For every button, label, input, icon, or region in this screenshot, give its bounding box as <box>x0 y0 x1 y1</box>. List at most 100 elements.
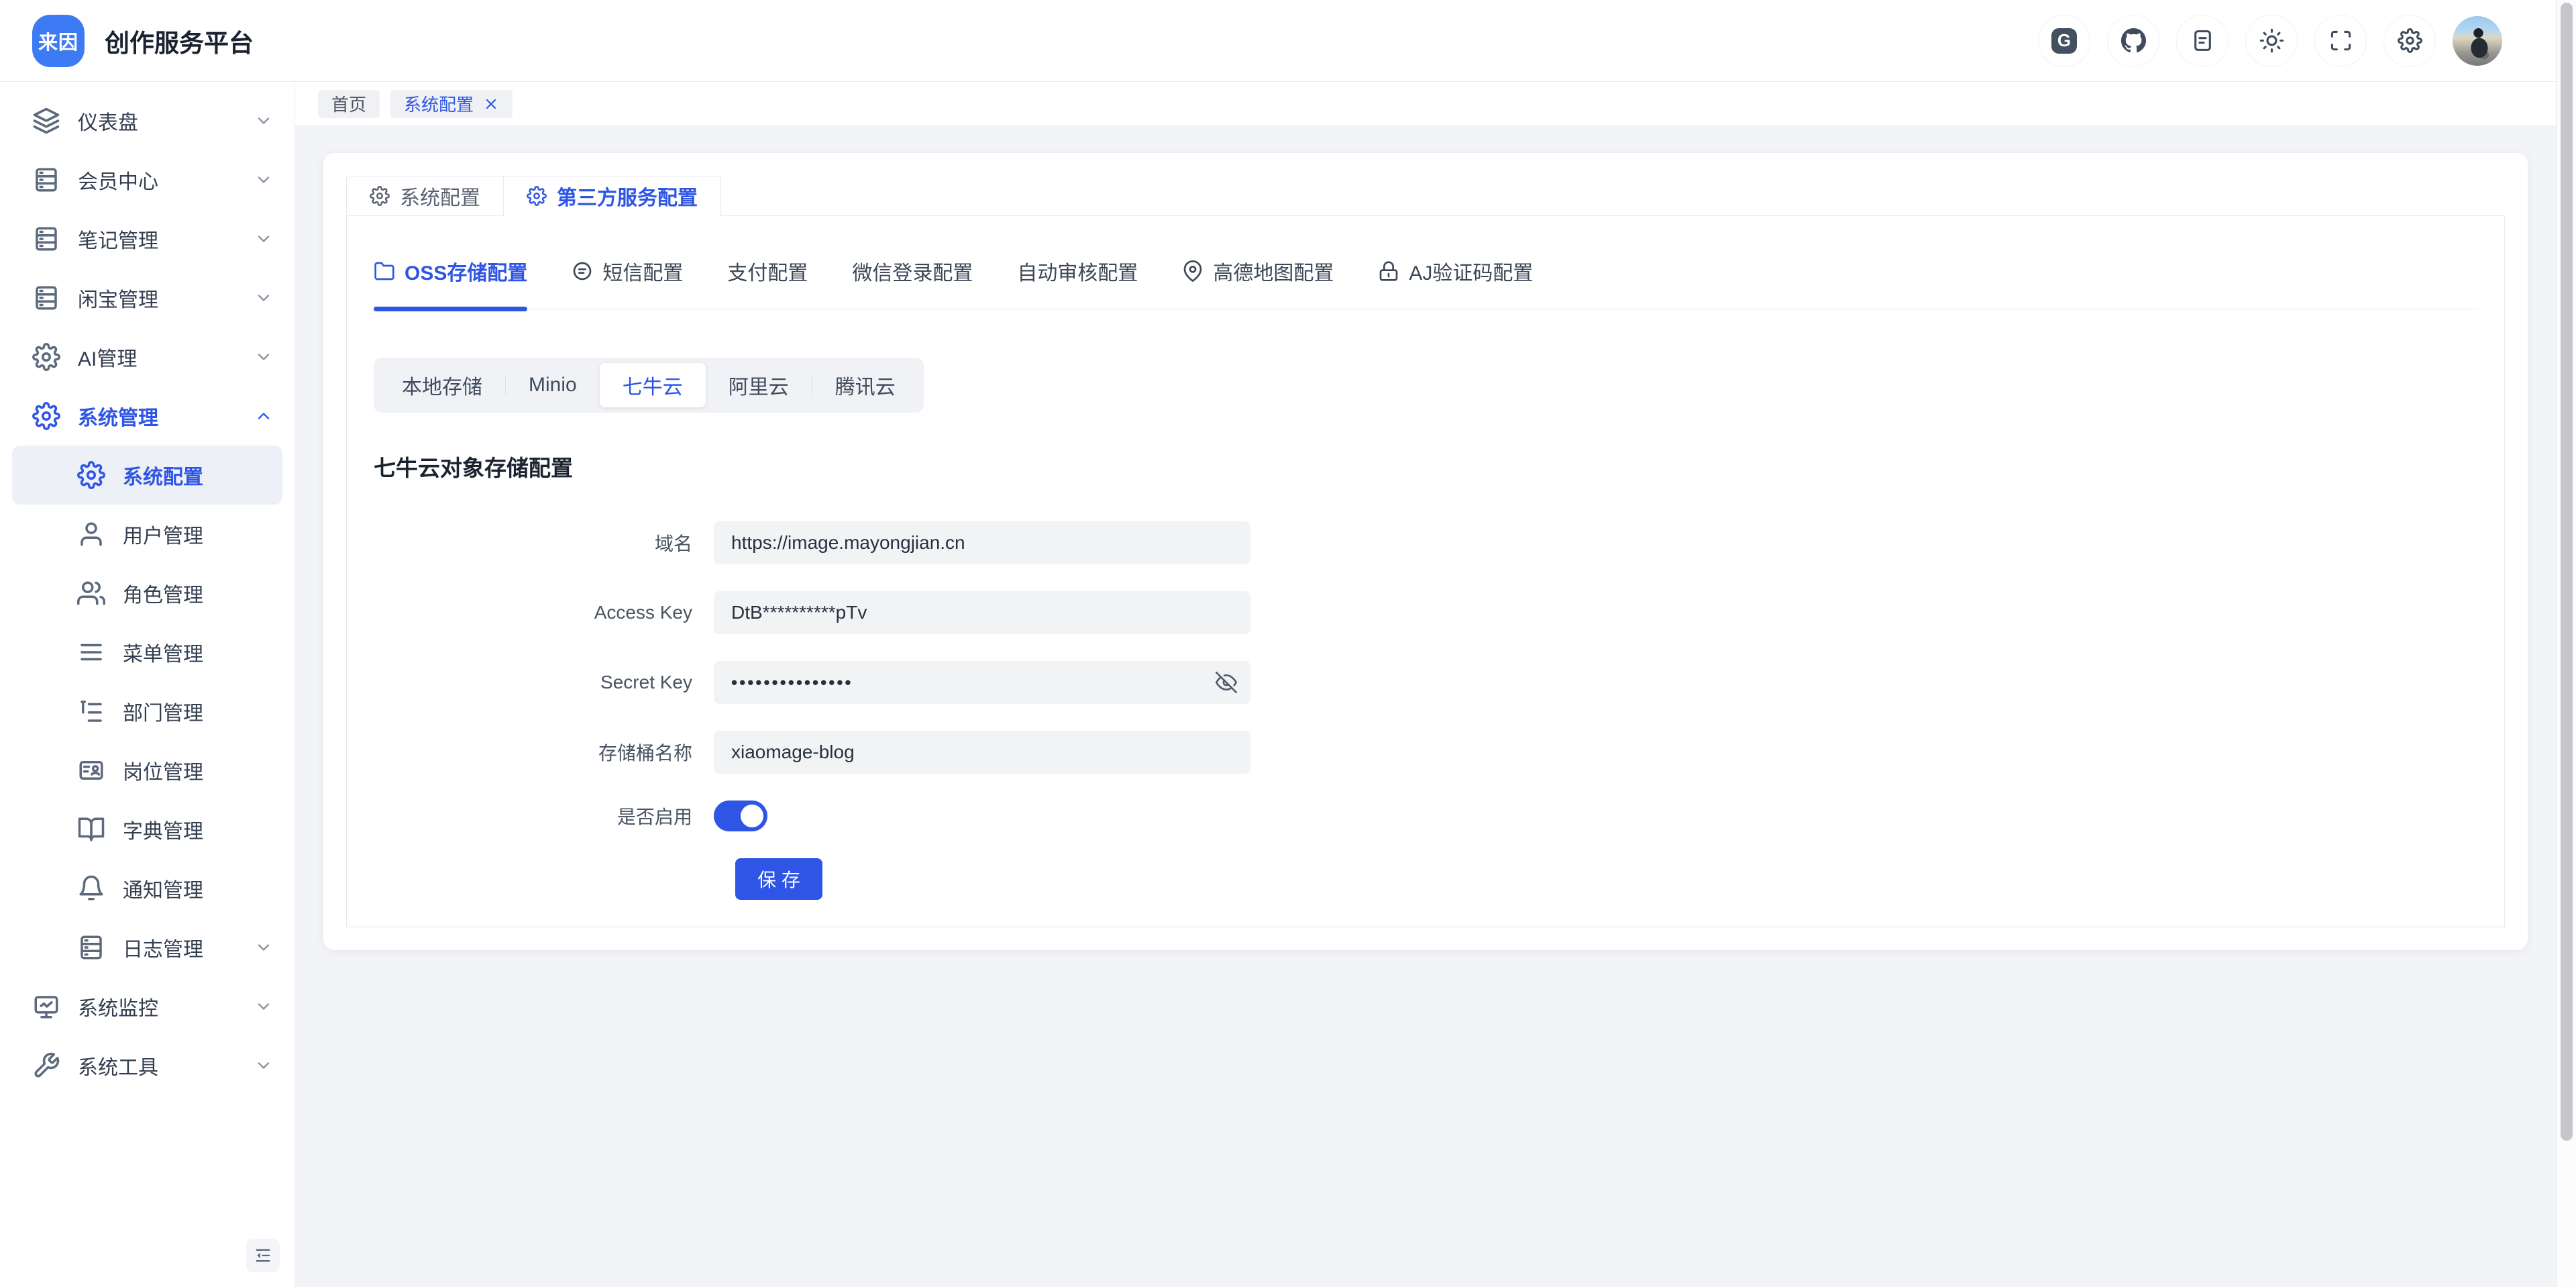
collapse-sidebar-icon <box>254 1246 272 1265</box>
chevron-down-icon <box>254 997 273 1016</box>
tab-payment-config[interactable]: 支付配置 <box>727 246 808 309</box>
tab-amap-config[interactable]: 高德地图配置 <box>1182 246 1334 309</box>
close-icon[interactable] <box>483 96 499 112</box>
tree-list-icon <box>77 697 105 725</box>
sidebar-item-notes[interactable]: 笔记管理 <box>12 209 282 268</box>
segment-minio[interactable]: Minio <box>506 366 600 404</box>
theme-button[interactable] <box>2245 15 2298 67</box>
sidebar-item-user-management[interactable]: 用户管理 <box>12 505 282 564</box>
sidebar-item-notice-management[interactable]: 通知管理 <box>12 859 282 918</box>
sidebar-item-label: 系统监控 <box>78 992 158 1021</box>
sidebar-item-system-config[interactable]: 系统配置 <box>12 446 282 505</box>
fullscreen-icon <box>2328 28 2353 53</box>
settings-gear-icon <box>2398 28 2422 53</box>
sidebar-item-department-management[interactable]: 部门管理 <box>12 682 282 741</box>
settings-button[interactable] <box>2383 15 2436 67</box>
gear-icon <box>77 461 105 489</box>
sidebar-item-label: 菜单管理 <box>123 637 203 667</box>
chevron-down-icon <box>254 1056 273 1075</box>
sidebar-item-system-tools[interactable]: 系统工具 <box>12 1036 282 1095</box>
sidebar-item-ai[interactable]: AI管理 <box>12 327 282 387</box>
header-actions: G <box>2038 15 2576 67</box>
menu-icon <box>77 638 105 666</box>
chevron-down-icon <box>254 170 273 189</box>
tab-label: OSS存储配置 <box>405 256 527 286</box>
sidebar-item-label: 仪表盘 <box>78 106 138 136</box>
tab-system-config[interactable]: 系统配置 <box>346 176 504 216</box>
sidebar-item-menu-management[interactable]: 菜单管理 <box>12 623 282 682</box>
switch-knob <box>741 805 763 827</box>
enabled-label: 是否启用 <box>374 803 714 829</box>
sidebar-item-label: 角色管理 <box>123 578 203 608</box>
tab-label: 支付配置 <box>727 256 808 286</box>
access-key-input[interactable] <box>714 591 1250 634</box>
docs-button[interactable] <box>2176 15 2229 67</box>
sidebar-item-label: 笔记管理 <box>78 224 158 254</box>
chevron-down-icon <box>254 938 273 957</box>
form-row-domain: 域名 <box>374 521 2477 564</box>
gear-icon <box>32 402 60 430</box>
main-area: 首页 系统配置 系统配置 第三方服务配置 <box>295 82 2576 1287</box>
gitee-button[interactable]: G <box>2038 15 2090 67</box>
tags-bar: 首页 系统配置 <box>295 82 2576 126</box>
chevron-up-icon <box>254 407 273 425</box>
tag-home[interactable]: 首页 <box>318 90 380 118</box>
bucket-input[interactable] <box>714 731 1250 774</box>
tag-label: 系统配置 <box>404 91 474 116</box>
id-card-icon <box>77 756 105 784</box>
eye-off-icon[interactable] <box>1216 672 1237 693</box>
segment-qiniu[interactable]: 七牛云 <box>600 363 706 407</box>
segment-local-storage[interactable]: 本地存储 <box>379 363 505 407</box>
scrollbar-track[interactable] <box>2556 0 2576 1287</box>
sidebar-item-role-management[interactable]: 角色管理 <box>12 564 282 623</box>
gear-icon <box>370 186 390 206</box>
sidebar-item-dashboard[interactable]: 仪表盘 <box>12 91 282 150</box>
sidebar-item-dict-management[interactable]: 字典管理 <box>12 800 282 859</box>
form-row-bucket: 存储桶名称 <box>374 731 2477 774</box>
book-icon <box>77 815 105 843</box>
collapse-sidebar-button[interactable] <box>246 1239 280 1272</box>
tab-oss-storage[interactable]: OSS存储配置 <box>374 246 527 309</box>
tag-label: 首页 <box>331 91 366 116</box>
lock-icon <box>1378 260 1399 282</box>
tab-wechat-login-config[interactable]: 微信登录配置 <box>852 246 973 309</box>
app-header: 来因 创作服务平台 G <box>0 0 2576 82</box>
enabled-switch[interactable] <box>714 801 767 831</box>
sidebar-item-label: 系统配置 <box>123 460 203 490</box>
tab-label: 自动审核配置 <box>1017 256 1138 286</box>
tab-auto-review-config[interactable]: 自动审核配置 <box>1017 246 1138 309</box>
tag-system-config[interactable]: 系统配置 <box>390 90 513 118</box>
segment-aliyun[interactable]: 阿里云 <box>706 363 812 407</box>
folder-icon <box>374 260 395 282</box>
tab-sms-config[interactable]: 短信配置 <box>572 246 683 309</box>
fullscreen-button[interactable] <box>2314 15 2367 67</box>
save-button[interactable]: 保 存 <box>735 858 822 900</box>
sidebar-item-label: 系统管理 <box>78 401 158 431</box>
app-logo: 来因 <box>32 15 85 67</box>
message-icon <box>572 260 593 282</box>
sidebar-item-post-management[interactable]: 岗位管理 <box>12 741 282 800</box>
sidebar-item-system-monitor[interactable]: 系统监控 <box>12 977 282 1036</box>
avatar[interactable] <box>2453 16 2502 66</box>
settings-card: 系统配置 第三方服务配置 OSS存储配置 短信配置 <box>323 153 2528 950</box>
sidebar-item-xianbao[interactable]: 闲宝管理 <box>12 268 282 327</box>
tab-aj-captcha-config[interactable]: AJ验证码配置 <box>1378 246 1533 309</box>
segment-label: 本地存储 <box>402 376 482 399</box>
server-icon <box>32 225 60 253</box>
gitee-icon: G <box>2051 28 2077 54</box>
github-button[interactable] <box>2107 15 2159 67</box>
segment-label: 阿里云 <box>729 376 789 399</box>
secret-key-input[interactable] <box>714 661 1250 704</box>
domain-input[interactable] <box>714 521 1250 564</box>
tab-third-party-services[interactable]: 第三方服务配置 <box>503 176 721 216</box>
segment-label: Minio <box>529 374 577 396</box>
sidebar-item-system-management[interactable]: 系统管理 <box>12 387 282 446</box>
layers-icon <box>32 107 60 135</box>
sidebar-item-log-management[interactable]: 日志管理 <box>12 918 282 977</box>
scrollbar-thumb[interactable] <box>2561 3 2573 1141</box>
sidebar-item-label: 闲宝管理 <box>78 283 158 313</box>
tab-label: 系统配置 <box>400 181 480 211</box>
segment-tencent[interactable]: 腾讯云 <box>812 363 918 407</box>
sidebar-item-member-center[interactable]: 会员中心 <box>12 150 282 209</box>
sidebar-item-label: 岗位管理 <box>123 756 203 785</box>
